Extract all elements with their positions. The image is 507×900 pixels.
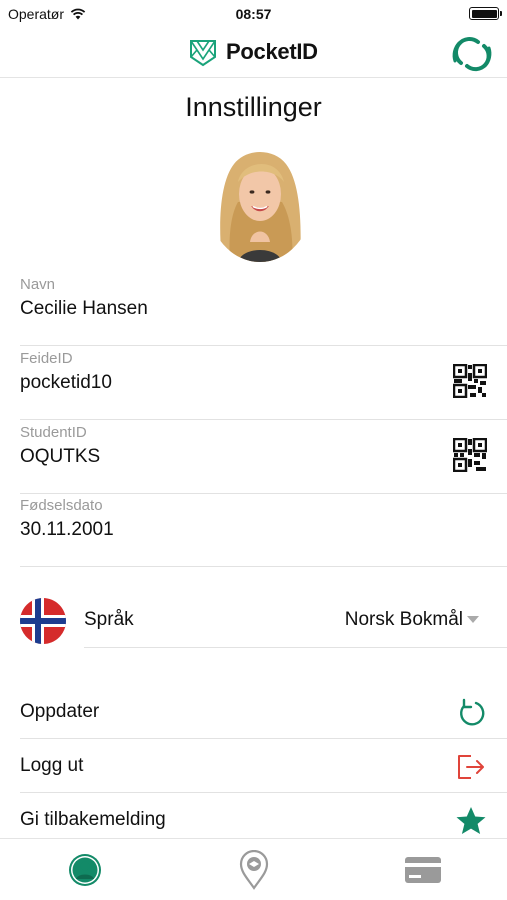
profile-icon[interactable]: [68, 853, 102, 887]
nav-bar: PocketID: [0, 28, 507, 78]
studentid-label: StudentID: [20, 424, 87, 441]
norway-flag-icon: [20, 598, 66, 644]
divider: [84, 647, 507, 648]
refresh-action[interactable]: Oppdater: [20, 685, 507, 739]
pocketid-logo-icon: [190, 40, 216, 67]
name-label: Navn: [20, 276, 56, 293]
birthdate-field: Fødselsdato 30.11.2001: [20, 493, 507, 567]
language-label: Språk: [84, 609, 134, 630]
name-field: Navn Cecilie Hansen: [20, 272, 507, 346]
status-bar: Operatør 08:57: [0, 0, 507, 28]
tab-location[interactable]: [169, 839, 338, 900]
brand-name: PocketID: [226, 39, 318, 64]
birthdate-value: 30.11.2001: [20, 519, 114, 540]
tab-bar: [0, 838, 507, 900]
birthdate-label: Fødselsdato: [20, 497, 103, 514]
profile-photo: [208, 142, 312, 262]
feideid-label: FeideID: [20, 350, 73, 367]
logout-action[interactable]: Logg ut: [20, 739, 507, 793]
studentid-field: StudentID OQUTKS: [20, 420, 507, 494]
logout-icon[interactable]: [455, 751, 487, 783]
dropdown-caret-icon[interactable]: [467, 616, 479, 623]
brand: PocketID: [188, 37, 318, 67]
qr-code-icon[interactable]: [453, 438, 487, 472]
logout-label: Logg ut: [20, 755, 84, 776]
battery-icon: [469, 7, 502, 20]
language-select[interactable]: Norsk Bokmål: [345, 609, 463, 631]
language-row[interactable]: Språk Norsk Bokmål: [0, 596, 507, 648]
feideid-value: pocketid10: [20, 372, 112, 393]
name-value: Cecilie Hansen: [20, 298, 148, 319]
tab-profile[interactable]: [0, 839, 169, 900]
qr-code-icon[interactable]: [453, 364, 487, 398]
refresh-label: Oppdater: [20, 701, 100, 722]
page-title: Innstillinger: [185, 92, 322, 122]
refresh-icon[interactable]: [455, 697, 487, 729]
card-icon[interactable]: [404, 856, 442, 884]
location-pin-icon[interactable]: [239, 850, 269, 890]
sync-status-icon[interactable]: [451, 33, 493, 75]
status-time: 08:57: [235, 6, 272, 22]
feideid-field: FeideID pocketid10: [20, 346, 507, 420]
tab-card[interactable]: [338, 839, 507, 900]
avatar: [208, 142, 312, 262]
studentid-value: OQUTKS: [20, 446, 101, 467]
feedback-label: Gi tilbakemelding: [20, 809, 166, 830]
star-icon[interactable]: [455, 805, 487, 837]
